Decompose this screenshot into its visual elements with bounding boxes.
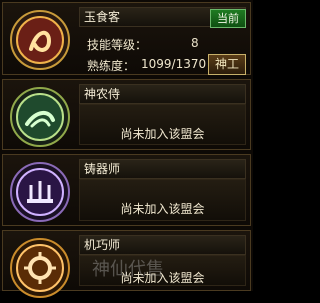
profession-name: 铸器师 [79,159,246,179]
shengong-button[interactable]: 神工 [208,54,246,75]
proficiency-label: 熟练度： [87,59,136,73]
forge-emblem-icon [9,161,71,223]
profession-name: 神农侍 [79,84,246,104]
skill-level-value: 8 [191,36,199,50]
profession-card-shennongshi[interactable]: 神农侍 尚未加入该盟会 [2,79,251,150]
skill-level-label: 技能等级： [87,38,148,52]
leaf-emblem-icon [9,86,71,148]
profession-card-zhuqishi[interactable]: 铸器师 尚未加入该盟会 [2,154,251,226]
proficiency-value: 1099/1370 [141,57,207,71]
join-status: 尚未加入该盟会 [120,202,205,216]
dragon-emblem-icon [9,9,71,71]
profession-card-yushike[interactable]: 玉食客 当前 技能等级： 8 熟练度： 1099/1370 神工 [2,2,251,75]
current-status-badge: 当前 [210,9,246,28]
profession-panel: 玉食客 当前 技能等级： 8 熟练度： 1099/1370 神工 神农侍 尚未加… [0,0,253,298]
profession-name: 机巧师 [79,235,246,255]
watermark-text: 神仙代售 [92,259,164,280]
join-status: 尚未加入该盟会 [120,127,205,141]
gear-emblem-icon [9,237,71,299]
